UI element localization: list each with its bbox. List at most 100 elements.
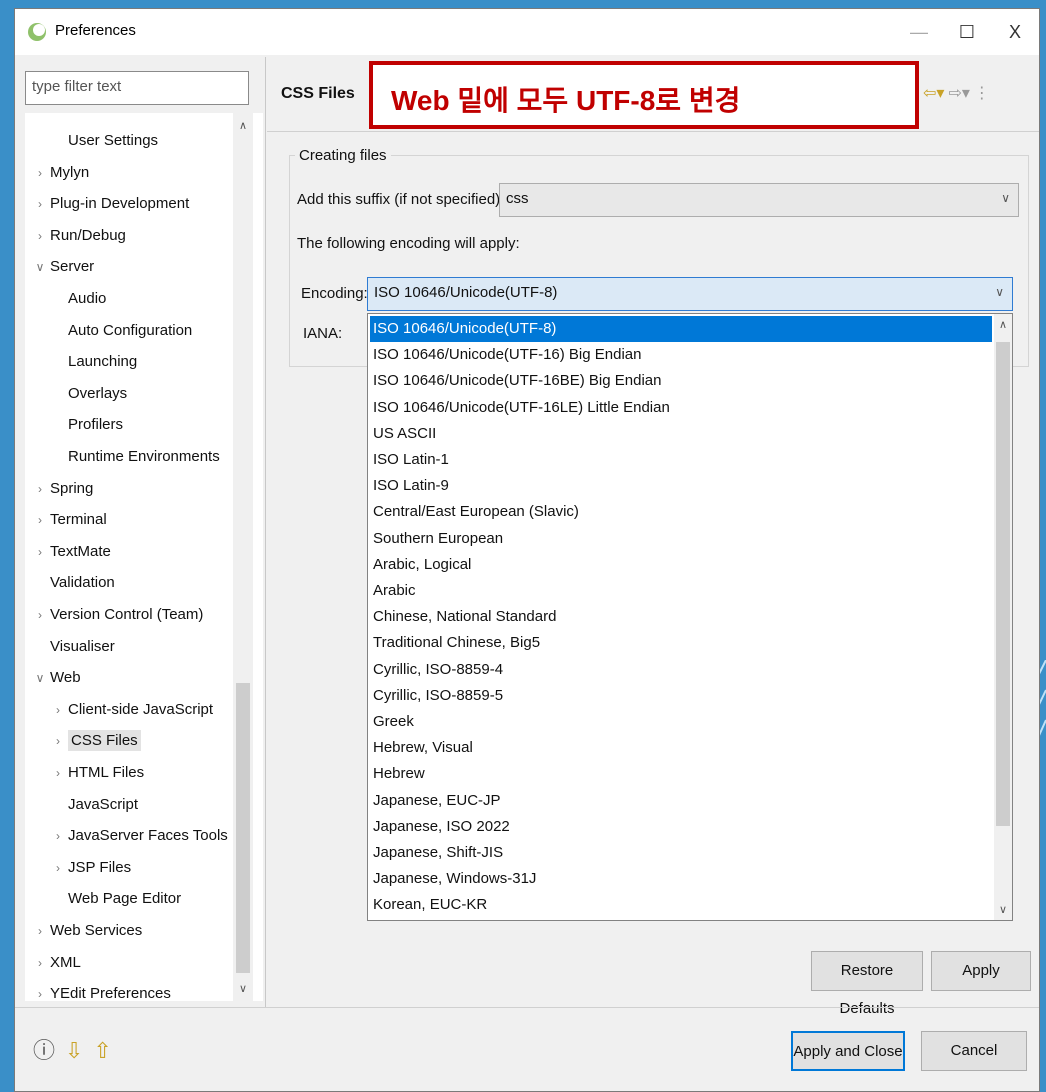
encoding-option[interactable]: Arabic, Logical: [370, 552, 992, 578]
chevron-right-icon[interactable]: ›: [33, 506, 47, 534]
tree-item[interactable]: User Settings: [51, 127, 158, 155]
history-nav: ⇦▾ ⇨▾ ⋮: [923, 83, 994, 103]
footer-icons: ⓘ ⇩ ⇧: [33, 1033, 122, 1065]
encoding-option[interactable]: ISO 10646/Unicode(UTF-16) Big Endian: [370, 342, 992, 368]
chevron-right-icon[interactable]: ›: [33, 917, 47, 945]
restore-defaults-button[interactable]: Restore Defaults: [811, 951, 923, 1017]
encoding-option[interactable]: Cyrillic, ISO-8859-5: [370, 683, 992, 709]
chevron-right-icon[interactable]: ›: [33, 190, 47, 218]
tree-item[interactable]: › Mylyn: [33, 159, 89, 187]
tree-item[interactable]: › XML: [33, 949, 81, 977]
chevron-right-icon[interactable]: ›: [33, 980, 47, 1001]
encoding-option[interactable]: Traditional Chinese, Big5: [370, 630, 992, 656]
chevron-right-icon[interactable]: ›: [51, 696, 65, 724]
suffix-value: css: [506, 190, 529, 207]
tree-item[interactable]: › Plug-in Development: [33, 190, 189, 218]
scroll-up-icon[interactable]: ∧: [233, 119, 253, 132]
scroll-thumb[interactable]: [236, 683, 250, 973]
apply-button[interactable]: Apply: [931, 951, 1031, 991]
tree-item[interactable]: › YEdit Preferences: [33, 980, 171, 1001]
encoding-option[interactable]: ISO 10646/Unicode(UTF-8): [370, 316, 992, 342]
tree-item[interactable]: Audio: [51, 285, 106, 313]
tree-item[interactable]: Web Page Editor: [51, 885, 181, 913]
encoding-option[interactable]: Greek: [370, 709, 992, 735]
encoding-option[interactable]: ISO 10646/Unicode(UTF-16BE) Big Endian: [370, 368, 992, 394]
encoding-option[interactable]: Chinese, National Standard: [370, 604, 992, 630]
suffix-select[interactable]: css ∨: [499, 183, 1019, 217]
chevron-right-icon[interactable]: ›: [33, 222, 47, 250]
encoding-option[interactable]: ISO Latin-9: [370, 473, 992, 499]
encoding-option[interactable]: Arabic: [370, 578, 992, 604]
encoding-option[interactable]: Japanese, Windows-31J: [370, 866, 992, 892]
tree-item-label: Validation: [50, 574, 115, 592]
encoding-option[interactable]: Japanese, Shift-JIS: [370, 840, 992, 866]
tree-item[interactable]: › CSS Files: [51, 727, 141, 755]
chevron-right-icon[interactable]: ›: [33, 601, 47, 629]
encoding-option[interactable]: Japanese, ISO 2022: [370, 814, 992, 840]
tree-scrollbar[interactable]: ∧ ∨: [233, 113, 253, 1001]
scroll-down-icon[interactable]: ∨: [233, 982, 253, 995]
tree-item[interactable]: Visualiser: [33, 633, 115, 661]
minimize-button[interactable]: —: [899, 19, 939, 45]
back-arrow-icon[interactable]: ⇦▾: [923, 85, 944, 102]
tree-item[interactable]: Validation: [33, 569, 115, 597]
window-title: Preferences: [55, 22, 136, 39]
tree-item[interactable]: › TextMate: [33, 538, 111, 566]
export-icon[interactable]: ⇧: [93, 1038, 111, 1063]
help-icon[interactable]: ⓘ: [33, 1038, 55, 1063]
encoding-option[interactable]: US ASCII: [370, 421, 992, 447]
encoding-option[interactable]: ISO 10646/Unicode(UTF-16LE) Little Endia…: [370, 395, 992, 421]
encoding-option[interactable]: Korean, EUC-KR: [370, 892, 992, 918]
tree-item[interactable]: › Web Services: [33, 917, 142, 945]
chevron-down-icon[interactable]: ∨: [33, 253, 47, 281]
chevron-right-icon[interactable]: ›: [33, 538, 47, 566]
encoding-option[interactable]: Japanese, EUC-JP: [370, 788, 992, 814]
dropdown-scrollbar[interactable]: ∧ ∨: [994, 314, 1012, 920]
scroll-down-icon[interactable]: ∨: [994, 903, 1012, 916]
tree-item[interactable]: › Spring: [33, 475, 93, 503]
tree-item[interactable]: › Terminal: [33, 506, 107, 534]
chevron-right-icon[interactable]: ›: [51, 822, 65, 850]
tree-item[interactable]: › HTML Files: [51, 759, 144, 787]
tree-item[interactable]: Auto Configuration: [51, 317, 192, 345]
chevron-right-icon[interactable]: ›: [51, 759, 65, 787]
chevron-right-icon[interactable]: ›: [51, 854, 65, 882]
tree-item[interactable]: JavaScript: [51, 791, 138, 819]
chevron-right-icon[interactable]: ›: [33, 949, 47, 977]
apply-and-close-button[interactable]: Apply and Close: [791, 1031, 905, 1071]
tree-item[interactable]: › Version Control (Team): [33, 601, 203, 629]
filter-input[interactable]: type filter text: [25, 71, 249, 105]
encoding-option[interactable]: Cyrillic, ISO-8859-4: [370, 657, 992, 683]
forward-arrow-icon[interactable]: ⇨▾: [948, 85, 969, 102]
tree-item[interactable]: Overlays: [51, 380, 127, 408]
encoding-select[interactable]: ISO 10646/Unicode(UTF-8) ∨: [367, 277, 1013, 311]
menu-icon[interactable]: ⋮: [974, 85, 990, 102]
encoding-option[interactable]: Hebrew: [370, 761, 992, 787]
chevron-right-icon[interactable]: ›: [33, 475, 47, 503]
encoding-option[interactable]: ISO Latin-1: [370, 447, 992, 473]
encoding-note: The following encoding will apply:: [297, 235, 520, 252]
chevron-right-icon[interactable]: ›: [51, 727, 65, 755]
tree-item[interactable]: Launching: [51, 348, 137, 376]
tree-item[interactable]: › JSP Files: [51, 854, 131, 882]
maximize-button[interactable]: ☐: [947, 19, 987, 45]
encoding-option[interactable]: Hebrew, Visual: [370, 735, 992, 761]
tree-item[interactable]: Profilers: [51, 411, 123, 439]
tree-item[interactable]: › Run/Debug: [33, 222, 126, 250]
chevron-down-icon[interactable]: ∨: [33, 664, 47, 692]
scroll-thumb[interactable]: [996, 342, 1010, 826]
page-title: CSS Files: [281, 85, 355, 102]
encoding-option[interactable]: Southern European: [370, 526, 992, 552]
tree-item[interactable]: › Client-side JavaScript: [51, 696, 213, 724]
tree-item[interactable]: ∨ Server: [33, 253, 95, 281]
scroll-up-icon[interactable]: ∧: [994, 318, 1012, 331]
cancel-button[interactable]: Cancel: [921, 1031, 1027, 1071]
import-icon[interactable]: ⇩: [65, 1038, 83, 1063]
panel-splitter[interactable]: [265, 57, 266, 1007]
tree-item[interactable]: Runtime Environments: [51, 443, 220, 471]
close-button[interactable]: X: [995, 19, 1035, 45]
encoding-option[interactable]: Central/East European (Slavic): [370, 499, 992, 525]
tree-item[interactable]: › JavaServer Faces Tools: [51, 822, 228, 850]
tree-item[interactable]: ∨ Web: [33, 664, 81, 692]
chevron-right-icon[interactable]: ›: [33, 159, 47, 187]
